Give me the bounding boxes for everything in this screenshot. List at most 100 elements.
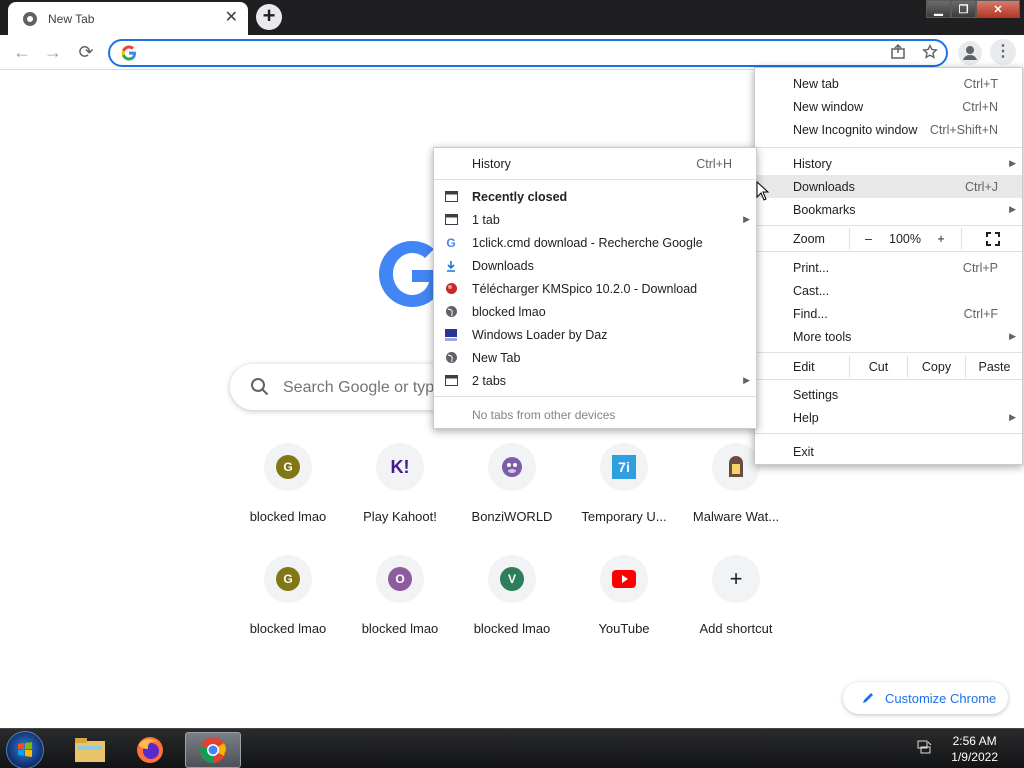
bookmark-star-icon[interactable] [922,44,938,60]
back-button[interactable]: ← [10,41,34,65]
firefox-icon [137,737,163,763]
menu-item-help[interactable]: Help ▶ [755,406,1022,429]
clock-date: 1/9/2022 [951,750,998,764]
zoom-level: 100% [889,231,921,246]
shortcut-tile[interactable]: K! Play Kahoot! [344,443,456,524]
menu-item-exit[interactable]: Exit [755,440,1022,463]
menu-label: Edit [793,359,815,374]
shortcut-label: BonziWORLD [471,509,553,524]
google-icon [121,45,136,61]
history-item[interactable]: Télécharger KMSpico 10.2.0 - Download [434,277,756,300]
menu-divider [755,352,1022,353]
shortcut-label: blocked lmao [361,621,439,636]
new-tab-button[interactable]: + [256,4,282,30]
menu-item-incognito[interactable]: New Incognito window Ctrl+Shift+N [755,118,1022,141]
shortcut-tile[interactable]: YouTube [568,555,680,636]
google-icon: G [446,235,456,250]
menu-item-new-tab[interactable]: New tab Ctrl+T [755,72,1022,95]
shortcut-tile[interactable]: 7i Temporary U... [568,443,680,524]
chrome-icon [199,737,227,763]
shortcut-icon-bubble: K! [376,443,424,491]
submenu-arrow-icon: ▶ [1009,158,1016,168]
customize-chrome-button[interactable]: Customize Chrome [843,682,1008,714]
cut-button[interactable]: Cut [849,355,907,378]
menu-item-more-tools[interactable]: More tools ▶ [755,325,1022,348]
history-item[interactable]: G 1click.cmd download - Recherche Google [434,231,756,254]
start-button[interactable] [6,731,44,768]
menu-item-bookmarks[interactable]: Bookmarks ▶ [755,198,1022,221]
forward-button[interactable]: → [41,41,65,65]
copy-button[interactable]: Copy [907,355,965,378]
tab-close-icon[interactable]: ✕ [225,9,238,27]
shortcut-tile[interactable]: G blocked lmao [232,555,344,636]
submenu-arrow-icon: ▶ [1009,412,1016,422]
taskbar-firefox[interactable] [122,732,178,768]
window-icon [444,374,458,388]
shortcut-label: YouTube [598,621,650,636]
loader-icon [444,328,458,342]
share-icon[interactable] [890,44,906,60]
history-item[interactable]: blocked lmao [434,300,756,323]
history-item[interactable]: Windows Loader by Daz [434,323,756,346]
menu-item-history-page[interactable]: History Ctrl+H [434,152,756,175]
door-icon [729,456,743,477]
menu-divider [755,379,1022,380]
menu-item-cast[interactable]: Cast... [755,279,1022,302]
bonzi-icon [502,457,522,477]
menu-label: Print... [793,260,830,275]
menu-item-zoom: Zoom – 100% + [755,227,1022,250]
menu-shortcut: Ctrl+Shift+N [929,122,998,137]
history-item[interactable]: 2 tabs ▶ [434,369,756,392]
menu-item-find[interactable]: Find... Ctrl+F [755,302,1022,325]
paste-button[interactable]: Paste [965,355,1023,378]
menu-label: New Incognito window [793,122,918,137]
taskbar-explorer[interactable] [62,732,118,768]
add-shortcut-tile[interactable]: + Add shortcut [680,555,792,636]
shortcut-tile[interactable]: BonziWORLD [456,443,568,524]
menu-item-print[interactable]: Print... Ctrl+P [755,256,1022,279]
shortcut-label: Add shortcut [699,621,773,636]
window-controls: ▁ ❐ ✕ [926,0,1020,18]
menu-item-settings[interactable]: Settings [755,383,1022,406]
chrome-favicon-icon [23,11,37,26]
shortcut-label: blocked lmao [249,621,327,636]
system-clock[interactable]: 2:56 AM 1/9/2022 [951,733,998,765]
address-bar[interactable] [108,39,948,67]
close-window-button[interactable]: ✕ [976,0,1020,18]
history-item[interactable]: 1 tab ▶ [434,208,756,231]
taskbar-chrome[interactable] [185,732,241,768]
pencil-icon [863,693,873,703]
shortcut-label: blocked lmao [249,509,327,524]
fullscreen-button[interactable] [961,227,1023,250]
menu-item-history[interactable]: History ▶ [755,152,1022,175]
menu-label: Help [793,410,819,425]
network-icon[interactable] [916,739,932,755]
minimize-button[interactable]: ▁ [926,0,951,18]
zoom-out-button[interactable]: – [849,227,887,250]
menu-shortcut: Ctrl+F [963,306,998,321]
history-item[interactable]: New Tab [434,346,756,369]
kahoot-icon: K! [390,456,410,477]
shortcut-tile[interactable]: G blocked lmao [232,443,344,524]
history-submenu: History Ctrl+H Recently closed 1 tab ▶ G 1… [433,147,757,429]
zoom-in-button[interactable]: + [923,228,959,250]
clock-time: 2:56 AM [952,734,997,748]
menu-item-downloads[interactable]: Downloads Ctrl+J [755,175,1022,198]
window-icon [444,213,458,227]
shortcut-label: Play Kahoot! [363,509,437,524]
shortcut-tile[interactable]: O blocked lmao [344,555,456,636]
tab-new-tab[interactable]: New Tab ✕ [8,2,248,35]
windows-logo-icon [18,742,32,757]
reload-button[interactable]: ⟳ [74,41,98,65]
chrome-menu-button[interactable]: ⋮ [990,39,1016,65]
shortcut-tile[interactable]: V blocked lmao [456,555,568,636]
folder-icon [75,738,105,762]
menu-label: blocked lmao [472,304,546,319]
chrome-main-menu: New tab Ctrl+T New window Ctrl+N New Incog… [754,67,1023,465]
history-item[interactable]: Downloads [434,254,756,277]
menu-item-new-window[interactable]: New window Ctrl+N [755,95,1022,118]
maximize-button[interactable]: ❐ [951,0,976,18]
shortcut-icon-bubble: V [488,555,536,603]
menu-label: Bookmarks [793,202,856,217]
profile-avatar[interactable] [958,41,982,65]
